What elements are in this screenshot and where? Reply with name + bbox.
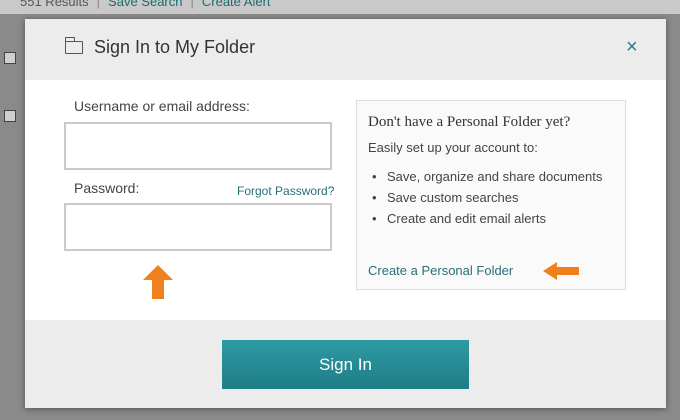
modal-title: Sign In to My Folder [94,37,256,57]
background-toolbar: 551 Results | Save Search | Create Alert [0,0,680,14]
toolbar-separator: | [190,0,194,9]
arrow-up-icon [143,265,173,299]
personal-folder-promo: Don't have a Personal Folder yet? Easily… [356,100,626,290]
sign-in-modal: Sign In to My Folder × Username or email… [25,19,666,408]
create-personal-folder-link[interactable]: Create a Personal Folder [368,263,513,278]
username-input[interactable] [64,122,332,170]
password-label: Password: [74,180,140,196]
arrow-left-icon [543,262,579,280]
background-toolbar-content: 551 Results | Save Search | Create Alert [20,0,271,9]
username-label: Username or email address: [74,98,250,114]
modal-header: Sign In to My Folder × [25,19,666,80]
list-item: Save, organize and share documents [368,168,618,186]
list-item: Save custom searches [368,189,618,207]
promo-heading: Don't have a Personal Folder yet? [368,114,571,130]
promo-feature-list: Save, organize and share documents Save … [368,168,618,231]
create-alert-link[interactable]: Create Alert [202,0,271,9]
forgot-password-link[interactable]: Forgot Password? [237,184,334,198]
save-search-link[interactable]: Save Search [108,0,182,9]
close-icon[interactable]: × [626,36,638,58]
results-count: 551 Results [20,0,89,9]
promo-subheading: Easily set up your account to: [368,140,538,155]
list-item: Create and edit email alerts [368,210,618,228]
folder-icon [64,37,83,54]
background-checkbox[interactable] [4,110,16,122]
modal-footer: Sign In [25,320,666,408]
password-input[interactable] [64,203,332,251]
background-checkbox[interactable] [4,52,16,64]
toolbar-separator: | [96,0,101,9]
sign-in-button[interactable]: Sign In [222,340,469,389]
